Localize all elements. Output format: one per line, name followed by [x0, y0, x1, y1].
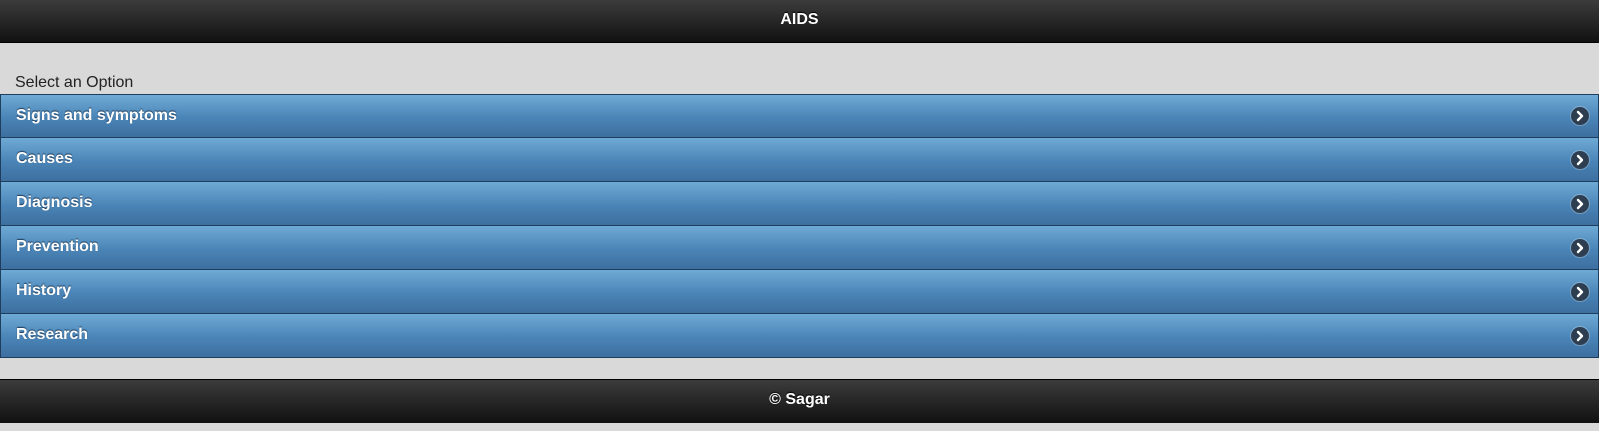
menu-item-label: Causes [16, 150, 73, 167]
menu-item-prevention[interactable]: Prevention [0, 225, 1599, 270]
chevron-right-icon [1571, 194, 1589, 213]
menu-item-label: History [16, 282, 72, 299]
menu-item-signs-and-symptoms[interactable]: Signs and symptoms [0, 94, 1599, 138]
menu-item-label: Research [16, 326, 89, 343]
page-title: AIDS [780, 11, 819, 28]
chevron-right-icon [1571, 150, 1589, 169]
copyright-text: © Sagar [769, 391, 830, 408]
menu-item-history[interactable]: History [0, 269, 1599, 314]
select-option-label: Select an Option [15, 74, 134, 91]
menu-item-label: Prevention [16, 238, 99, 255]
chevron-right-icon [1571, 326, 1589, 345]
chevron-right-icon [1571, 282, 1589, 301]
menu-item-label: Diagnosis [16, 194, 93, 211]
page-header: AIDS [0, 0, 1599, 43]
menu-item-diagnosis[interactable]: Diagnosis [0, 181, 1599, 226]
page-footer: © Sagar [0, 379, 1599, 423]
menu-item-research[interactable]: Research [0, 313, 1599, 358]
chevron-right-icon [1571, 238, 1589, 257]
menu-item-label: Signs and symptoms [16, 107, 177, 124]
option-list: Signs and symptoms Causes Diagnosis Prev… [0, 94, 1599, 358]
menu-item-causes[interactable]: Causes [0, 137, 1599, 182]
chevron-right-icon [1571, 107, 1589, 125]
